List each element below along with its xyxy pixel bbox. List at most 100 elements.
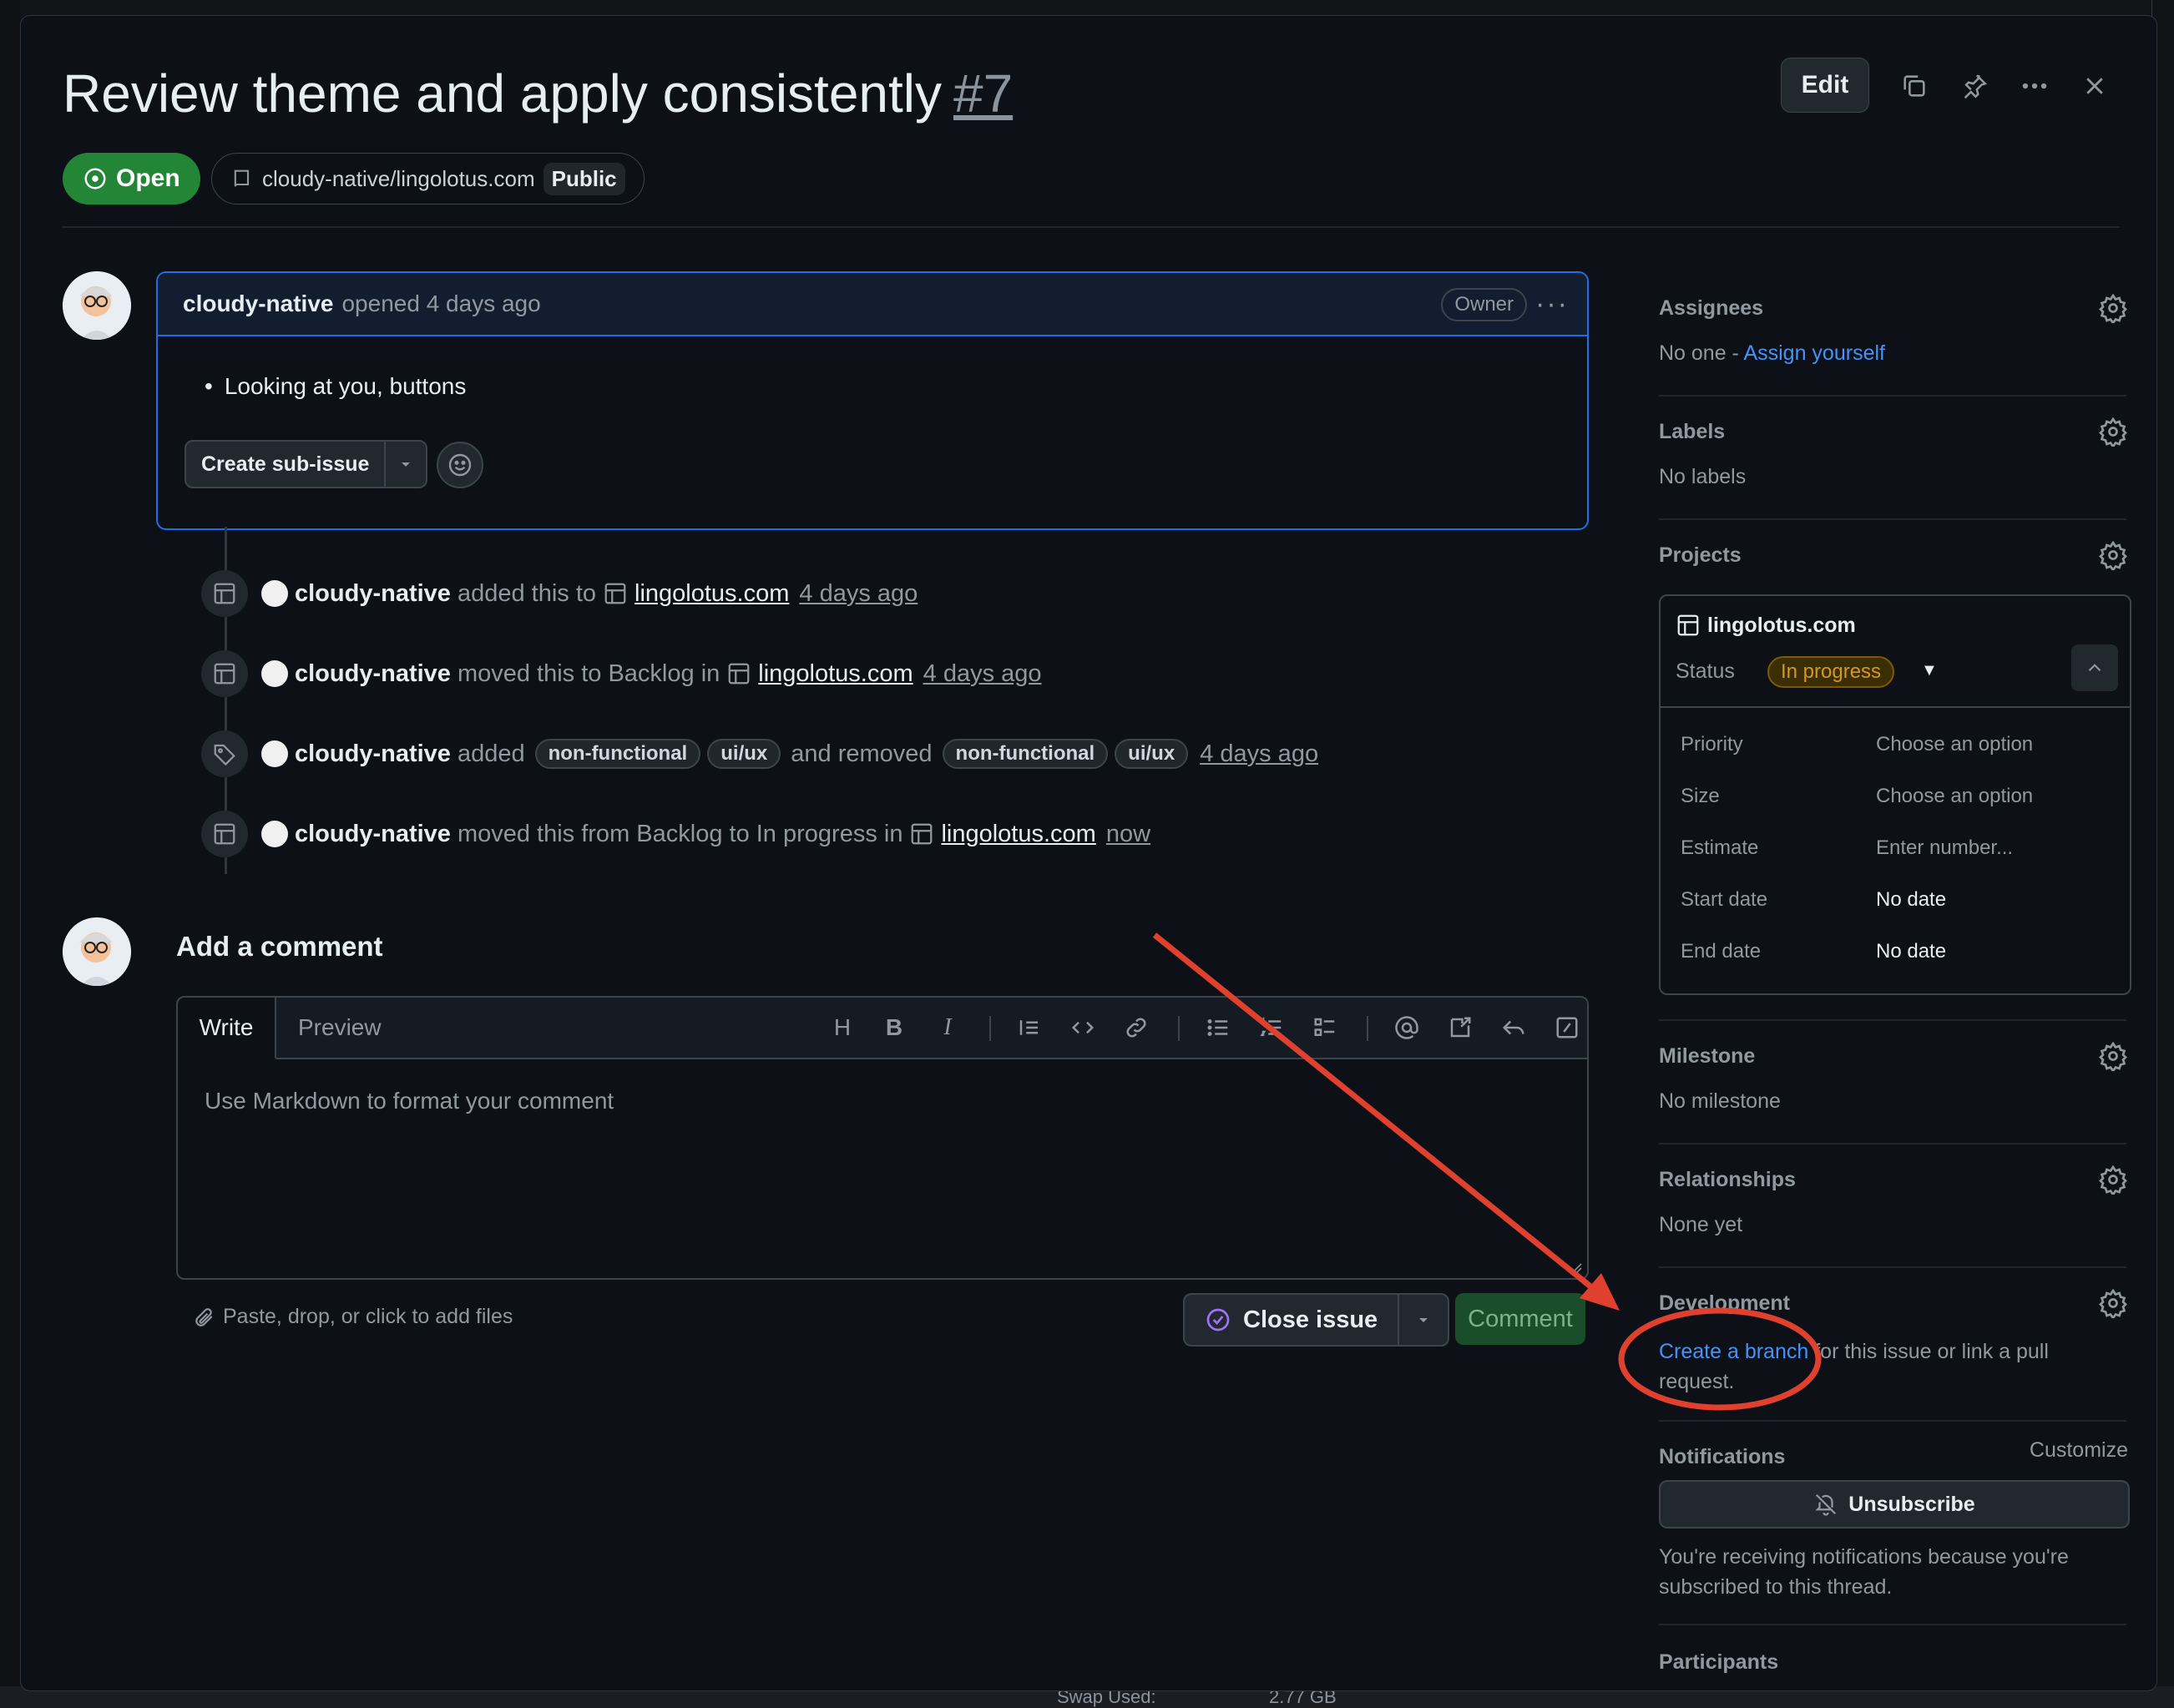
reply-icon[interactable] bbox=[1500, 1014, 1527, 1041]
cross-reference-icon[interactable] bbox=[1447, 1014, 1474, 1041]
event-time[interactable]: 4 days ago bbox=[923, 660, 1042, 688]
quote-icon[interactable] bbox=[1016, 1014, 1043, 1041]
task-list-icon[interactable] bbox=[1312, 1014, 1338, 1041]
pin-icon[interactable] bbox=[1956, 68, 1993, 104]
comment-button[interactable]: Comment bbox=[1455, 1293, 1585, 1345]
close-icon[interactable] bbox=[2076, 68, 2113, 104]
attach-files[interactable]: Paste, drop, or click to add files bbox=[193, 1305, 513, 1329]
actor-avatar[interactable] bbox=[261, 740, 288, 767]
table-icon bbox=[603, 581, 628, 606]
event-project-link[interactable]: lingolotus.com bbox=[941, 821, 1095, 848]
actor-avatar[interactable] bbox=[261, 580, 288, 607]
toolbar-divider bbox=[1178, 1016, 1180, 1041]
edit-button[interactable]: Edit bbox=[1781, 58, 1869, 113]
field-estimate-value[interactable]: Enter number... bbox=[1876, 836, 2013, 860]
create-branch-link[interactable]: Create a branch bbox=[1659, 1340, 1808, 1363]
comment-author[interactable]: cloudy-native bbox=[183, 291, 333, 317]
comment-timestamp[interactable]: opened 4 days ago bbox=[341, 291, 540, 317]
sidebar-divider bbox=[1659, 1143, 2126, 1145]
assign-yourself-link[interactable]: Assign yourself bbox=[1743, 341, 1885, 365]
repo-name[interactable]: cloudy-native/lingolotus.com bbox=[262, 166, 535, 192]
comment-kebab-icon[interactable]: ··· bbox=[1535, 288, 1569, 321]
close-issue-label[interactable]: Close issue bbox=[1243, 1306, 1378, 1334]
field-size-value[interactable]: Choose an option bbox=[1876, 785, 2033, 808]
create-sub-issue-button[interactable]: Create sub-issue bbox=[185, 440, 428, 488]
milestone-gear-icon[interactable] bbox=[2098, 1041, 2128, 1071]
event-text: added this to bbox=[457, 579, 597, 607]
sidebar-divider bbox=[1659, 1266, 2126, 1268]
milestone-value: No milestone bbox=[1659, 1089, 1781, 1113]
kebab-icon[interactable] bbox=[2016, 68, 2053, 104]
event-text: moved this from Backlog to In progress i… bbox=[457, 820, 903, 847]
unordered-list-icon[interactable] bbox=[1205, 1014, 1231, 1041]
event-actor[interactable]: cloudy-native bbox=[295, 580, 451, 608]
project-name-text[interactable]: lingolotus.com bbox=[1707, 614, 1856, 638]
mention-icon[interactable] bbox=[1393, 1014, 1420, 1041]
italic-icon[interactable]: I bbox=[934, 1014, 961, 1041]
event-time[interactable]: now bbox=[1106, 821, 1150, 848]
issue-title: Review theme and apply consistently #7 bbox=[63, 63, 1013, 124]
repo-pill[interactable]: cloudy-native/lingolotus.com Public bbox=[211, 153, 645, 205]
actor-avatar[interactable] bbox=[261, 821, 288, 847]
projects-gear-icon[interactable] bbox=[2098, 540, 2128, 570]
unsubscribe-button[interactable]: Unsubscribe bbox=[1659, 1480, 2130, 1529]
issue-number[interactable]: #7 bbox=[953, 63, 1013, 124]
table-icon bbox=[726, 661, 751, 686]
tab-write[interactable]: Write bbox=[178, 998, 276, 1059]
event-actor[interactable]: cloudy-native bbox=[295, 660, 451, 688]
header-divider bbox=[63, 226, 2120, 228]
code-icon[interactable] bbox=[1069, 1014, 1096, 1041]
bell-slash-icon bbox=[1815, 1493, 1837, 1516]
event-time[interactable]: 4 days ago bbox=[1200, 740, 1318, 768]
status-dropdown-icon[interactable]: ▼ bbox=[1921, 661, 1938, 680]
table-icon bbox=[909, 821, 934, 846]
projects-title: Projects bbox=[1659, 543, 1742, 567]
project-name[interactable]: lingolotus.com bbox=[1676, 613, 1856, 638]
resize-handle-icon[interactable] bbox=[1569, 1260, 1582, 1273]
field-end-date-value[interactable]: No date bbox=[1876, 940, 1946, 963]
slash-command-icon[interactable] bbox=[1554, 1014, 1580, 1041]
chevron-up-icon[interactable] bbox=[2071, 644, 2118, 691]
bold-icon[interactable]: B bbox=[881, 1014, 908, 1041]
ordered-list-icon[interactable] bbox=[1258, 1014, 1285, 1041]
close-issue-button[interactable]: Close issue bbox=[1183, 1293, 1450, 1347]
labels-gear-icon[interactable] bbox=[2098, 417, 2128, 447]
event-time[interactable]: 4 days ago bbox=[799, 580, 918, 608]
field-priority-value[interactable]: Choose an option bbox=[1876, 733, 2033, 756]
attach-files-text[interactable]: Paste, drop, or click to add files bbox=[223, 1305, 513, 1329]
comment-body: • Looking at you, buttons bbox=[205, 373, 466, 400]
relationships-gear-icon[interactable] bbox=[2098, 1165, 2128, 1195]
notifications-title: Notifications bbox=[1659, 1445, 1786, 1468]
comment-textarea[interactable]: Use Markdown to format your comment bbox=[205, 1088, 614, 1114]
copy-icon[interactable] bbox=[1896, 68, 1933, 104]
event-actor[interactable]: cloudy-native bbox=[295, 821, 451, 848]
current-user-avatar[interactable] bbox=[63, 917, 131, 986]
event-project-link[interactable]: lingolotus.com bbox=[758, 660, 913, 688]
author-avatar[interactable] bbox=[63, 271, 131, 340]
assignees-none-text: No one - bbox=[1659, 341, 1744, 365]
field-start-date-value[interactable]: No date bbox=[1876, 888, 1946, 912]
assignees-gear-icon[interactable] bbox=[2098, 293, 2128, 323]
label-chip[interactable]: ui/ux bbox=[1115, 739, 1189, 769]
unsubscribe-label[interactable]: Unsubscribe bbox=[1848, 1493, 1974, 1517]
label-chip[interactable]: ui/ux bbox=[707, 739, 781, 769]
event-project-link[interactable]: lingolotus.com bbox=[635, 580, 789, 608]
customize-link[interactable]: Customize bbox=[2030, 1438, 2128, 1463]
label-chip[interactable]: non-functional bbox=[534, 739, 701, 769]
assignees-value: No one - Assign yourself bbox=[1659, 341, 1885, 366]
close-issue-dropdown-icon[interactable] bbox=[1399, 1313, 1448, 1326]
add-reaction-icon[interactable] bbox=[437, 442, 483, 488]
issue-title-text: Review theme and apply consistently bbox=[63, 63, 942, 124]
create-sub-issue-label[interactable]: Create sub-issue bbox=[186, 442, 387, 487]
event-actor[interactable]: cloudy-native bbox=[295, 740, 451, 768]
status-value[interactable]: In progress bbox=[1767, 656, 1895, 688]
link-icon[interactable] bbox=[1123, 1014, 1150, 1041]
actor-avatar[interactable] bbox=[261, 660, 288, 687]
close-issue-main[interactable]: Close issue bbox=[1185, 1295, 1400, 1345]
development-gear-icon[interactable] bbox=[2098, 1288, 2128, 1318]
label-chip[interactable]: non-functional bbox=[942, 739, 1109, 769]
heading-icon[interactable]: H bbox=[829, 1014, 856, 1041]
project-table-icon bbox=[201, 811, 248, 857]
tab-preview[interactable]: Preview bbox=[298, 998, 382, 1058]
sub-issue-dropdown-icon[interactable] bbox=[386, 457, 426, 471]
